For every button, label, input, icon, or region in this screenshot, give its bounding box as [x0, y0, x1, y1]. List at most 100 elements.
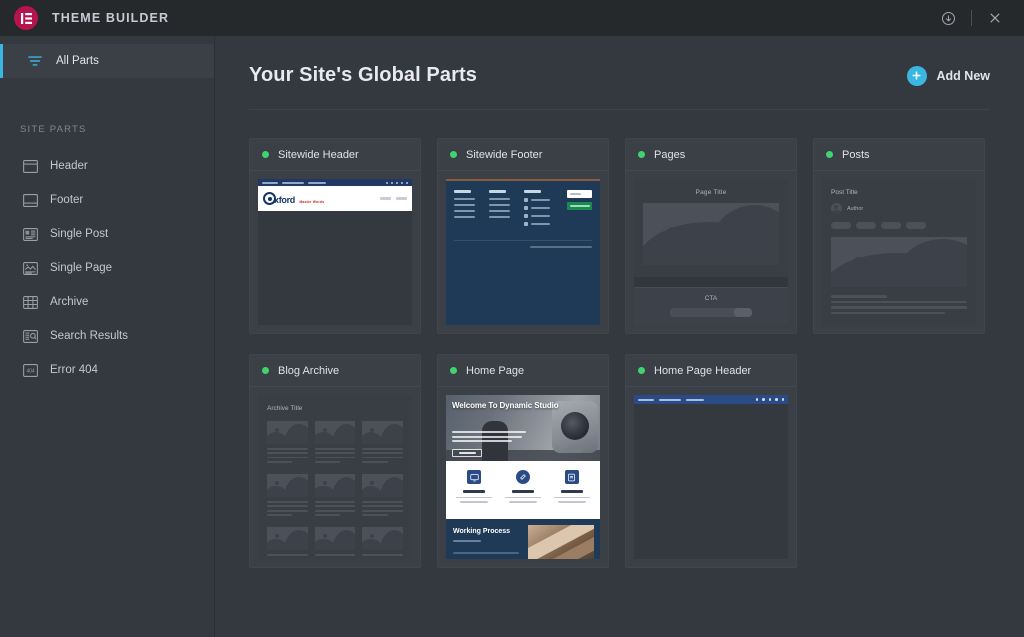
preview-hero: Welcome To Dynamic Studio [446, 395, 600, 461]
status-dot-icon [262, 151, 269, 158]
oxford-logo-icon: xford Master Words [263, 190, 324, 208]
toolbar-divider [971, 10, 972, 26]
window-body: All Parts SITE PARTS Header Footer Singl… [0, 36, 1024, 637]
part-card-posts[interactable]: Posts Post Title Author [813, 138, 985, 334]
card-header: Posts [814, 139, 984, 171]
list-item [362, 527, 403, 558]
sidebar-item-header[interactable]: Header [0, 149, 214, 183]
card-header: Home Page [438, 355, 608, 387]
sidebar-item-archive[interactable]: Archive [0, 285, 214, 319]
part-card-home-page[interactable]: Home Page Welcome To Dynamic Studio Work… [437, 354, 609, 568]
preview-copyright [530, 246, 592, 248]
status-dot-icon [638, 367, 645, 374]
main-header: Your Site's Global Parts Add New [215, 36, 1024, 87]
plus-circle-icon [906, 65, 927, 86]
sidebar-item-label: Search Results [50, 330, 128, 342]
logo-subtext: Master Words [299, 199, 325, 204]
download-circle-icon[interactable] [933, 0, 963, 36]
sidebar-item-label: Header [50, 160, 88, 172]
footer-layout-icon [22, 192, 38, 208]
part-card-sitewide-footer[interactable]: Sitewide Footer [437, 138, 609, 334]
status-dot-icon [638, 151, 645, 158]
preview-text-lines [831, 295, 967, 314]
thumbnail-sitewide-footer [446, 179, 600, 325]
preview-archive-grid [267, 421, 403, 559]
sidebar: All Parts SITE PARTS Header Footer Singl… [0, 36, 215, 637]
preview-image-placeholder [643, 203, 779, 265]
part-card-blog-archive[interactable]: Blog Archive Archive Title [249, 354, 421, 568]
part-card-home-page-header[interactable]: Home Page Header [625, 354, 797, 568]
preview-hero-heading: Welcome To Dynamic Studio [452, 401, 559, 410]
preview-page-wireframe: Page Title CTA [634, 179, 788, 325]
preview-working-process: Working Process [446, 519, 600, 559]
monitor-icon [467, 470, 482, 484]
work-image [528, 525, 594, 559]
error-404-icon: 404 [22, 362, 38, 378]
sidebar-item-label: Footer [50, 194, 84, 206]
preview-cta-label: CTA [704, 295, 718, 302]
preview-hero-button [452, 449, 482, 457]
sidebar-item-single-page[interactable]: Single Page [0, 251, 214, 285]
preview-email-input [567, 190, 592, 198]
preview-cta-section: CTA [634, 287, 788, 325]
elementor-logo-icon[interactable] [14, 6, 38, 30]
sidebar-item-label: All Parts [56, 55, 99, 67]
card-title: Blog Archive [278, 364, 340, 377]
status-dot-icon [450, 151, 457, 158]
list-item [362, 421, 403, 465]
logo-text: xford [274, 194, 296, 205]
thumbnail-sitewide-header: xford Master Words [258, 179, 412, 325]
header-layout-icon [22, 158, 38, 174]
archive-grid-icon [22, 294, 38, 310]
list-item [314, 527, 356, 558]
sidebar-section-label: SITE PARTS [20, 124, 87, 135]
sidebar-item-error-404[interactable]: 404 Error 404 [0, 353, 214, 387]
add-new-button[interactable]: Add New [906, 65, 990, 86]
close-icon[interactable] [980, 0, 1010, 36]
sidebar-item-search-results[interactable]: Search Results [0, 319, 214, 353]
page-title: Your Site's Global Parts [249, 64, 477, 86]
feature-item [547, 470, 596, 519]
card-title: Home Page Header [654, 364, 752, 377]
card-preview: Post Title Author [814, 171, 984, 333]
sidebar-item-all-parts[interactable]: All Parts [0, 44, 214, 78]
card-preview: Welcome To Dynamic Studio Working Proces… [438, 387, 608, 567]
part-card-pages[interactable]: Pages Page Title CTA [625, 138, 797, 334]
top-bar-actions [933, 0, 1010, 36]
status-dot-icon [826, 151, 833, 158]
thumbnail-blog-archive: Archive Title [258, 395, 412, 559]
sidebar-item-label: Archive [50, 296, 89, 308]
single-page-icon [22, 260, 38, 276]
theme-builder-window: THEME BUILDER All Parts SITE PARTS Heade… [0, 0, 1024, 637]
avatar [831, 203, 842, 214]
list-item [314, 421, 356, 465]
list-item [267, 474, 308, 518]
preview-image-placeholder [831, 237, 967, 287]
app-title: THEME BUILDER [52, 11, 170, 25]
search-results-icon [22, 328, 38, 344]
card-header: Pages [626, 139, 796, 171]
card-title: Pages [654, 148, 686, 161]
preview-page-title: Page Title [695, 189, 727, 196]
top-bar: THEME BUILDER [0, 0, 1024, 36]
list-item [267, 527, 308, 558]
preview-features [446, 461, 600, 519]
preview-author-label: Author [847, 205, 864, 212]
thumbnail-posts: Post Title Author [822, 179, 976, 325]
card-preview: xford Master Words [250, 171, 420, 333]
sidebar-item-label: Single Post [50, 228, 109, 240]
main-content: Your Site's Global Parts Add New Sitewid… [215, 36, 1024, 637]
part-card-sitewide-header[interactable]: Sitewide Header xford Master Words [249, 138, 421, 334]
thumbnail-pages: Page Title CTA [634, 179, 788, 325]
sidebar-item-single-post[interactable]: Single Post [0, 217, 214, 251]
list-item [314, 474, 356, 518]
preview-subscribe-button [567, 202, 592, 210]
preview-archive-title: Archive Title [267, 405, 303, 412]
single-post-icon [22, 226, 38, 242]
preview-newsletter-form [567, 190, 592, 230]
card-title: Sitewide Footer [466, 148, 543, 161]
preview-post-wireframe: Post Title Author [822, 179, 976, 325]
card-preview: Page Title CTA [626, 171, 796, 333]
sidebar-item-footer[interactable]: Footer [0, 183, 214, 217]
list-item [362, 474, 403, 518]
